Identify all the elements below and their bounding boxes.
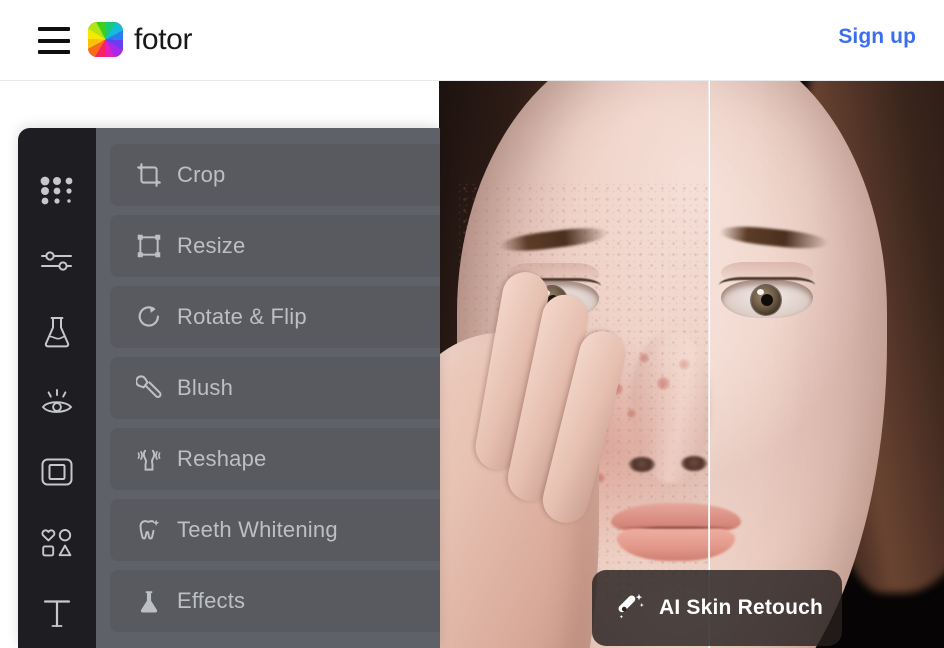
reshape-face-icon — [136, 446, 162, 472]
resize-icon — [136, 233, 162, 259]
flask-outline-icon — [42, 315, 72, 349]
dot-grid-icon — [40, 176, 74, 206]
sidebar-item-effects[interactable] — [18, 297, 96, 367]
menu-item-label: Reshape — [177, 446, 267, 471]
menu-item-resize[interactable]: Resize — [110, 215, 440, 277]
menu-item-teeth-whitening[interactable]: Teeth Whitening — [110, 499, 440, 561]
menu-item-reshape[interactable]: Reshape — [110, 428, 440, 490]
sidebar-item-text[interactable] — [18, 578, 96, 648]
menu-item-label: Rotate & Flip — [177, 304, 307, 329]
sidebar-item-frame[interactable] — [18, 437, 96, 507]
sliders-icon — [40, 247, 74, 275]
hamburger-bar — [38, 50, 70, 54]
fotor-color-wheel-logo — [88, 22, 123, 57]
hamburger-menu-icon[interactable] — [38, 27, 70, 54]
menu-item-label: Resize — [177, 233, 246, 258]
magic-wand-sparkle-icon — [616, 591, 646, 626]
ai-skin-retouch-label: AI Skin Retouch — [659, 596, 824, 619]
tooth-sparkle-icon — [136, 517, 162, 543]
menu-item-label: Teeth Whitening — [177, 517, 338, 542]
sidebar-item-elements[interactable] — [18, 507, 96, 577]
rotate-icon — [136, 304, 162, 330]
blush-brush-icon — [136, 375, 162, 401]
sidebar-item-adjust[interactable] — [18, 226, 96, 296]
before-after-divider[interactable] — [708, 81, 710, 648]
menu-item-label: Effects — [177, 588, 246, 613]
before-half — [439, 81, 708, 648]
menu-item-crop[interactable]: Crop — [110, 144, 440, 206]
text-t-icon — [40, 596, 74, 630]
flask-filled-icon — [136, 588, 162, 614]
menu-item-blush[interactable]: Blush — [110, 357, 440, 419]
sign-up-button[interactable]: Sign up — [838, 25, 916, 49]
editor-panel: Crop Resize Rotate & Flip Blush Reshape … — [18, 128, 440, 648]
tool-rail — [18, 128, 96, 648]
crop-icon — [136, 162, 162, 188]
logo-wheel-gradient — [88, 22, 123, 57]
app-header: fotor Sign up — [0, 0, 944, 81]
menu-item-effects[interactable]: Effects — [110, 570, 440, 632]
menu-item-rotate-flip[interactable]: Rotate & Flip — [110, 286, 440, 348]
menu-item-label: Crop — [177, 162, 226, 187]
sidebar-item-templates[interactable] — [18, 156, 96, 226]
face-before — [439, 81, 708, 648]
shapes-icon — [40, 528, 74, 558]
brand[interactable]: fotor — [88, 22, 192, 57]
ai-skin-retouch-badge[interactable]: AI Skin Retouch — [592, 570, 842, 646]
brand-name: fotor — [134, 23, 193, 56]
face-after — [709, 81, 944, 648]
sidebar-item-retouch[interactable] — [18, 367, 96, 437]
tool-menu: Crop Resize Rotate & Flip Blush Reshape … — [110, 144, 440, 641]
hamburger-bar — [38, 27, 70, 31]
hamburger-bar — [38, 38, 70, 43]
eye-right — [719, 262, 815, 318]
pupil — [761, 294, 773, 306]
eye-sparkle-icon — [40, 387, 74, 417]
menu-item-label: Blush — [177, 375, 234, 400]
after-half — [709, 81, 944, 648]
eyelid — [721, 262, 813, 284]
nostril-left — [629, 457, 655, 472]
frame-square-icon — [40, 457, 74, 487]
image-preview[interactable]: AI Skin Retouch — [439, 81, 944, 648]
nostril-right — [681, 456, 707, 471]
